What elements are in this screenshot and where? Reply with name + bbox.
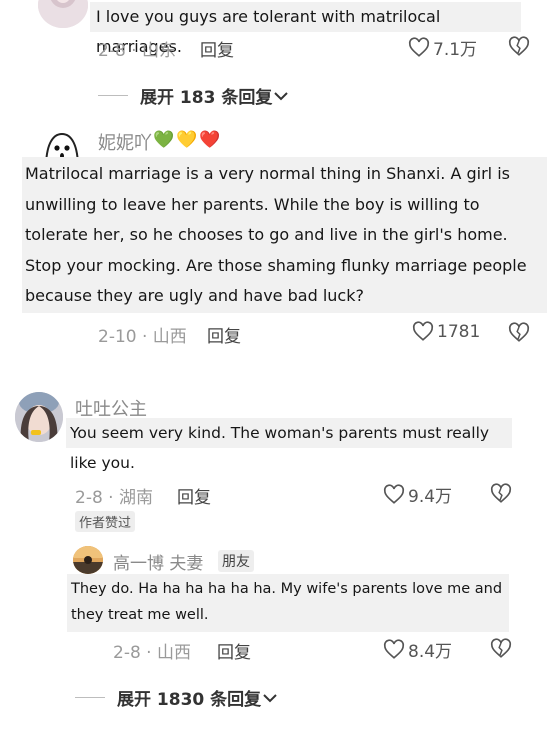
like-button[interactable]: 7.1万 [408, 35, 477, 60]
like-button[interactable]: 8.4万 [383, 637, 452, 662]
expand-replies-button[interactable]: 展开 183 条回复 [98, 83, 290, 108]
like-count: 1781 [437, 321, 481, 342]
like-count: 9.4万 [408, 487, 453, 507]
username[interactable]: 高一博 夫妻 [113, 549, 203, 574]
username-emojis: 💚 💛 ❤️ [153, 130, 221, 150]
like-count: 7.1万 [433, 40, 478, 60]
username[interactable]: 妮妮吖 [98, 129, 152, 155]
like-button[interactable]: 1781 [412, 321, 480, 342]
dislike-button[interactable] [490, 483, 512, 508]
comment-time-location: 2-8 · 湖南 [75, 488, 153, 508]
avatar[interactable] [73, 546, 103, 574]
chevron-down-icon [274, 91, 289, 100]
heart-icon [383, 484, 405, 504]
like-count: 8.4万 [408, 642, 453, 662]
comment-time-location: 2-8 · 山东 [98, 41, 176, 61]
reply-button[interactable]: 回复 [200, 36, 234, 61]
dislike-button[interactable] [508, 322, 530, 347]
broken-heart-icon [490, 483, 512, 503]
dislike-button[interactable] [490, 638, 512, 663]
yellow-heart-icon: 💛 [176, 130, 198, 150]
red-heart-icon: ❤️ [199, 130, 221, 150]
divider [98, 95, 128, 96]
heart-icon [412, 321, 434, 341]
reply-button[interactable]: 回复 [177, 483, 211, 508]
avatar[interactable] [38, 0, 88, 28]
broken-heart-icon [490, 638, 512, 658]
comment-text: You seem very kind. The woman's parents … [66, 418, 512, 472]
comment-text: I love you guys are tolerant with matril… [90, 2, 521, 56]
divider [75, 697, 105, 698]
green-heart-icon: 💚 [153, 130, 175, 150]
dislike-button[interactable] [508, 36, 530, 61]
heart-icon [383, 639, 405, 659]
friend-badge: 朋友 [218, 550, 254, 572]
avatar[interactable] [15, 392, 63, 442]
chevron-down-icon [263, 693, 277, 702]
comment-time-location: 2-10 · 山西 [98, 327, 187, 347]
heart-icon [408, 37, 430, 57]
comment-text: Matrilocal marriage is a very normal thi… [22, 157, 547, 313]
like-button[interactable]: 9.4万 [383, 482, 452, 507]
reply-button[interactable]: 回复 [217, 638, 251, 663]
broken-heart-icon [508, 36, 530, 56]
expand-replies-button[interactable]: 展开 1830 条回复 [75, 685, 279, 710]
reply-button[interactable]: 回复 [207, 322, 241, 347]
comment-text: They do. Ha ha ha ha ha ha. My wife's pa… [67, 574, 509, 632]
author-liked-badge: 作者赞过 [75, 511, 136, 532]
comment-time-location: 2-8 · 山西 [113, 643, 191, 663]
broken-heart-icon [508, 322, 530, 342]
